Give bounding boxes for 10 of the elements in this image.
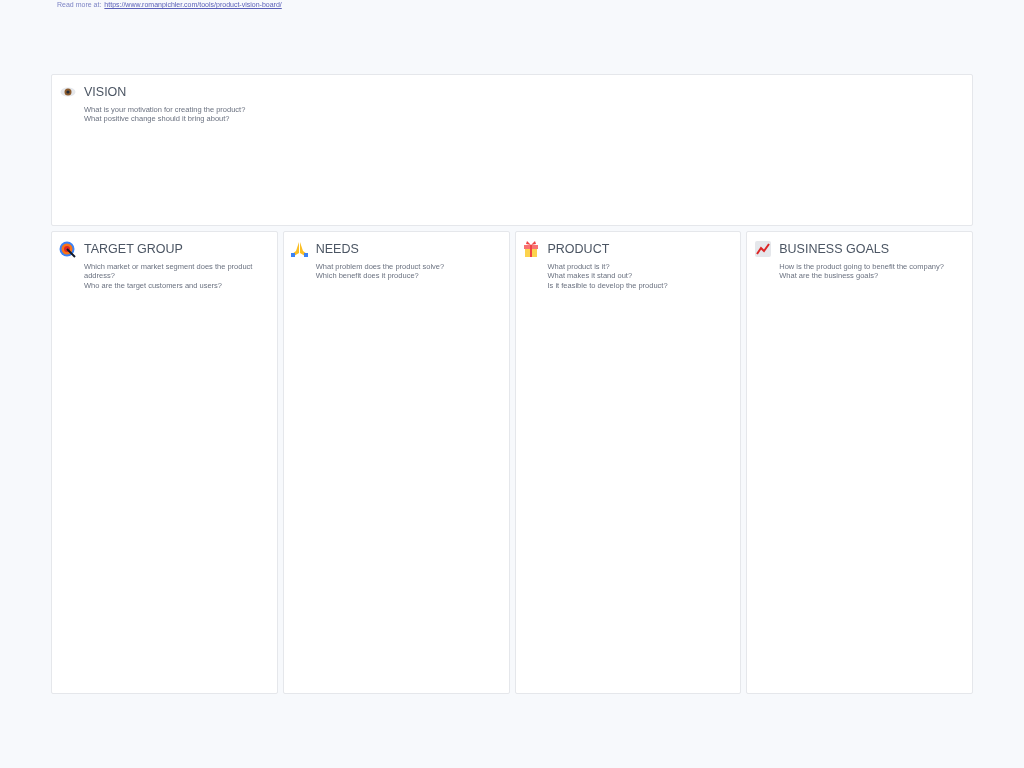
chart-increasing-icon	[754, 241, 771, 258]
praying-hands-icon	[290, 241, 308, 258]
card-title: TARGET GROUP	[84, 241, 183, 258]
card-title: VISION	[84, 84, 127, 101]
card-title: NEEDS	[315, 241, 359, 258]
gift-icon	[523, 241, 539, 258]
eye-icon	[59, 87, 76, 98]
target-icon	[59, 240, 76, 258]
card-title: PRODUCT	[547, 241, 610, 258]
card-title: BUSINESS GOALS	[779, 241, 889, 258]
